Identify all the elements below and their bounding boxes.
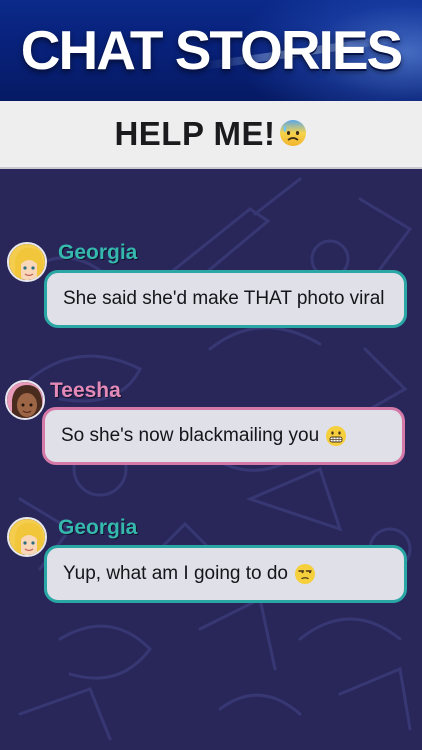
- message-bubble[interactable]: She said she'd make THAT photo viral: [44, 270, 407, 328]
- sender-name: Georgia: [58, 516, 138, 539]
- anxious-face-with-sweat-icon: [279, 120, 306, 146]
- sender-name: Teesha: [50, 379, 121, 402]
- sender-name: Georgia: [58, 241, 138, 264]
- blonde-girl-avatar: [7, 517, 47, 557]
- message-bubble[interactable]: So she's now blackmailing you: [42, 407, 405, 465]
- app-title: CHAT STORIES: [20, 19, 403, 81]
- story-title-bar: HELP ME!: [0, 101, 422, 169]
- blonde-girl-avatar: [7, 242, 47, 282]
- story-title: HELP ME!: [114, 115, 276, 152]
- app-header: CHAT STORIES: [0, 0, 422, 101]
- message-text: Yup, what am I going to do: [63, 563, 288, 584]
- brunette-girl-avatar: [5, 380, 45, 420]
- message-bubble[interactable]: Yup, what am I going to do: [44, 545, 407, 603]
- grimacing-face-icon: [326, 426, 347, 446]
- unamused-face-icon: [295, 564, 315, 584]
- message-text: She said she'd make THAT photo viral: [63, 288, 385, 309]
- message-text: So she's now blackmailing you: [61, 425, 320, 446]
- chat-area[interactable]: Georgia She said she'd make THAT photo v…: [0, 169, 422, 750]
